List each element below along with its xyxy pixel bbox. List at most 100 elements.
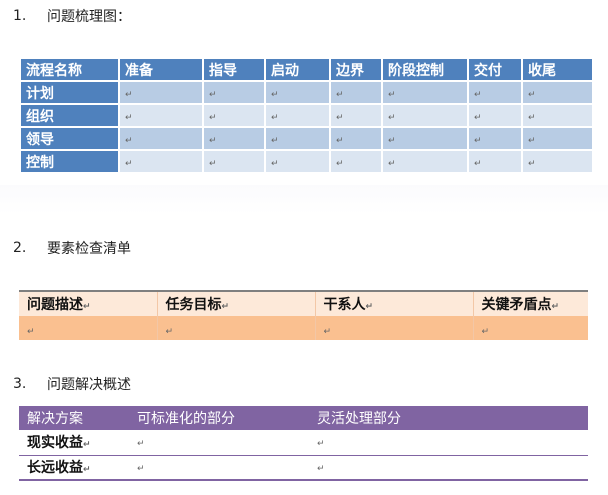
table-row: 领导 ↵ ↵ ↵ ↵ ↵ ↵ ↵ xyxy=(21,128,592,149)
column-header: 关键矛盾点↵ xyxy=(473,291,588,316)
section-2-number: 2. xyxy=(13,240,27,256)
table-cell[interactable]: ↵ xyxy=(331,128,381,149)
table-cell[interactable]: ↵ xyxy=(331,82,381,103)
table-row: 控制 ↵ ↵ ↵ ↵ ↵ ↵ ↵ xyxy=(21,151,592,172)
paragraph-mark: ↵ xyxy=(317,439,325,450)
paragraph-mark: ↵ xyxy=(209,112,217,123)
table-cell[interactable]: ↵ xyxy=(120,151,202,172)
paragraph-mark: ↵ xyxy=(528,135,536,146)
table-cell[interactable]: ↵ xyxy=(523,82,592,103)
table-cell[interactable]: ↵ xyxy=(309,430,588,455)
column-header: 解决方案 xyxy=(19,406,129,430)
paragraph-mark: ↵ xyxy=(137,439,145,450)
paragraph-mark: ↵ xyxy=(481,326,490,337)
section-1-number: 1. xyxy=(13,8,27,24)
table-row: ↵ ↵ ↵ ↵ xyxy=(19,316,588,340)
paragraph-mark: ↵ xyxy=(125,112,133,123)
paragraph-mark: ↵ xyxy=(528,158,536,169)
paragraph-mark: ↵ xyxy=(336,112,344,123)
table-cell[interactable]: ↵ xyxy=(129,455,309,480)
column-header: 干系人↵ xyxy=(315,291,474,316)
section-2-heading: 2. 要素检查清单 xyxy=(13,238,131,258)
paragraph-mark: ↵ xyxy=(336,135,344,146)
table-cell[interactable]: ↵ xyxy=(523,105,592,126)
table-cell[interactable]: ↵ xyxy=(331,105,381,126)
table-cell[interactable]: ↵ xyxy=(204,82,264,103)
table-cell[interactable]: ↵ xyxy=(120,82,202,103)
column-header: 问题描述↵ xyxy=(19,291,158,316)
paragraph-mark: ↵ xyxy=(388,89,396,100)
table-row: 组织 ↵ ↵ ↵ ↵ ↵ ↵ ↵ xyxy=(21,105,592,126)
table-cell[interactable]: ↵ xyxy=(469,105,521,126)
paragraph-mark: ↵ xyxy=(323,326,332,337)
section-1-heading: 1. 问题梳理图： xyxy=(13,6,131,26)
column-header: 指导 xyxy=(204,59,264,80)
paragraph-mark: ↵ xyxy=(209,158,217,169)
table-cell[interactable]: ↵ xyxy=(266,82,329,103)
section-2-title: 要素检查清单 xyxy=(47,241,131,257)
table-header-row: 流程名称 准备 指导 启动 边界 阶段控制 交付 收尾 xyxy=(21,59,592,80)
column-header: 任务目标↵ xyxy=(157,291,316,316)
table-cell[interactable]: ↵ xyxy=(469,151,521,172)
paragraph-mark: ↵ xyxy=(27,326,35,337)
paragraph-mark: ↵ xyxy=(336,89,344,100)
paragraph-mark: ↵ xyxy=(474,158,482,169)
table-cell[interactable]: ↵ xyxy=(315,316,474,340)
paragraph-mark: ↵ xyxy=(165,326,174,337)
checklist-table: 问题描述↵ 任务目标↵ 干系人↵ 关键矛盾点↵ ↵ ↵ ↵ ↵ xyxy=(19,290,588,340)
paragraph-mark: ↵ xyxy=(474,135,482,146)
paragraph-mark: ↵ xyxy=(474,112,482,123)
paragraph-mark: ↵ xyxy=(474,89,482,100)
table-header-row: 解决方案 可标准化的部分 灵活处理部分 xyxy=(19,406,588,430)
process-matrix-table: 流程名称 准备 指导 启动 边界 阶段控制 交付 收尾 计划 ↵ ↵ ↵ ↵ ↵… xyxy=(19,57,594,174)
column-header: 可标准化的部分 xyxy=(129,406,309,430)
table-cell[interactable]: ↵ xyxy=(266,151,329,172)
table-cell[interactable]: ↵ xyxy=(204,105,264,126)
paragraph-mark: ↵ xyxy=(317,464,325,475)
column-header: 收尾 xyxy=(523,59,592,80)
section-3-heading: 3. 问题解决概述 xyxy=(13,374,131,394)
page-shading xyxy=(0,185,608,215)
table-cell[interactable]: ↵ xyxy=(157,316,316,340)
paragraph-mark: ↵ xyxy=(125,158,133,169)
table-cell[interactable]: ↵ xyxy=(383,105,467,126)
solution-summary-table: 解决方案 可标准化的部分 灵活处理部分 现实收益↵ ↵ ↵ 长远收益↵ ↵ ↵ xyxy=(19,406,588,481)
table-cell[interactable]: ↵ xyxy=(266,105,329,126)
paragraph-mark: ↵ xyxy=(271,89,279,100)
column-header: 阶段控制 xyxy=(383,59,467,80)
table-cell[interactable]: ↵ xyxy=(129,430,309,455)
paragraph-mark: ↵ xyxy=(528,112,536,123)
table-cell[interactable]: ↵ xyxy=(204,151,264,172)
table-cell[interactable]: ↵ xyxy=(383,151,467,172)
table-cell[interactable]: ↵ xyxy=(331,151,381,172)
row-label: 现实收益↵ xyxy=(19,430,129,455)
table-cell[interactable]: ↵ xyxy=(120,128,202,149)
row-label: 长远收益↵ xyxy=(19,455,129,480)
table-cell[interactable]: ↵ xyxy=(383,128,467,149)
table-cell[interactable]: ↵ xyxy=(523,151,592,172)
paragraph-mark: ↵ xyxy=(125,89,133,100)
paragraph-mark: ↵ xyxy=(137,464,145,475)
table-row: 现实收益↵ ↵ ↵ xyxy=(19,430,588,455)
paragraph-mark: ↵ xyxy=(209,135,217,146)
table-cell[interactable]: ↵ xyxy=(469,128,521,149)
section-3-title: 问题解决概述 xyxy=(47,377,131,393)
table-cell[interactable]: ↵ xyxy=(19,316,158,340)
table-cell[interactable]: ↵ xyxy=(469,82,521,103)
column-header: 启动 xyxy=(266,59,329,80)
paragraph-mark: ↵ xyxy=(125,135,133,146)
table-cell[interactable]: ↵ xyxy=(120,105,202,126)
table-cell[interactable]: ↵ xyxy=(266,128,329,149)
paragraph-mark: ↵ xyxy=(271,112,279,123)
row-label: 组织 xyxy=(21,105,118,126)
section-3-number: 3. xyxy=(13,376,27,392)
table-cell[interactable]: ↵ xyxy=(473,316,588,340)
table-cell[interactable]: ↵ xyxy=(309,455,588,480)
table-cell[interactable]: ↵ xyxy=(383,82,467,103)
column-header: 边界 xyxy=(331,59,381,80)
column-header: 交付 xyxy=(469,59,521,80)
table-cell[interactable]: ↵ xyxy=(204,128,264,149)
table-cell[interactable]: ↵ xyxy=(523,128,592,149)
paragraph-mark: ↵ xyxy=(336,158,344,169)
column-header: 灵活处理部分 xyxy=(309,406,588,430)
